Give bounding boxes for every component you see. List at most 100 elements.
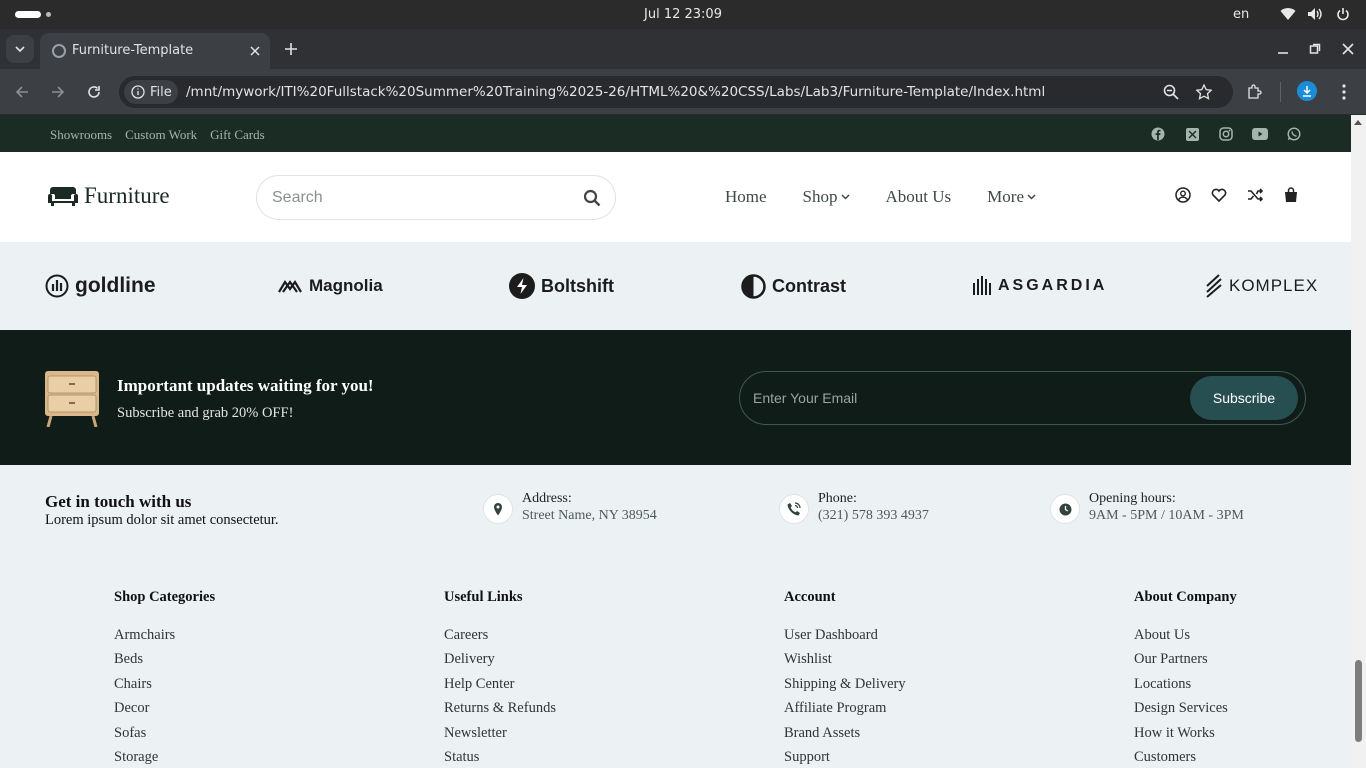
search-icon[interactable]: [583, 189, 601, 212]
instagram-icon[interactable]: [1218, 126, 1234, 142]
volume-icon[interactable]: [1306, 5, 1324, 23]
footer-link[interactable]: User Dashboard: [784, 627, 906, 651]
chip-label: File: [150, 84, 172, 100]
nav-shop[interactable]: Shop: [803, 187, 850, 207]
address-bar[interactable]: File /mnt/mywork/ITI%20Fullstack%20Summe…: [119, 76, 1233, 108]
search-input[interactable]: Search: [256, 175, 616, 220]
browser-tab-strip: Furniture-Template: [0, 29, 1366, 69]
footer-link[interactable]: Help Center: [444, 676, 556, 700]
footer-column-title: About Company: [1134, 589, 1237, 605]
user-account-icon[interactable]: [1174, 186, 1192, 204]
site-logo[interactable]: Furniture: [48, 183, 170, 209]
footer-link[interactable]: Storage: [114, 749, 215, 768]
brand-logo-magnolia[interactable]: Magnolia: [277, 272, 383, 300]
nav-about-us[interactable]: About Us: [886, 187, 952, 207]
footer-column-account: Account User Dashboard Wishlist Shipping…: [784, 589, 906, 768]
os-clock[interactable]: Jul 12 23:09: [0, 7, 1366, 22]
reload-icon[interactable]: [83, 81, 105, 103]
brand-logo-goldline[interactable]: goldline: [45, 272, 156, 300]
footer-link[interactable]: Design Services: [1134, 700, 1237, 724]
footer-column-title: Shop Categories: [114, 589, 216, 605]
newsletter-subtitle: Subscribe and grab 20% OFF!: [117, 405, 294, 421]
close-tab-icon[interactable]: [247, 43, 263, 59]
os-top-bar: Jul 12 23:09 en: [0, 0, 1366, 29]
site-header: Furniture Search Home Shop About Us More: [0, 152, 1351, 242]
maximize-icon[interactable]: [1305, 39, 1325, 59]
zoom-icon[interactable]: [1161, 82, 1181, 102]
footer-link[interactable]: Careers: [444, 627, 556, 651]
facebook-icon[interactable]: [1150, 126, 1166, 142]
search-placeholder: Search: [272, 189, 323, 206]
header-actions: [1174, 186, 1300, 204]
shopping-bag-icon[interactable]: [1282, 186, 1300, 204]
back-icon[interactable]: [11, 81, 33, 103]
wifi-icon[interactable]: [1279, 5, 1297, 23]
footer-link[interactable]: Our Partners: [1134, 651, 1237, 675]
hours-value: 9AM - 5PM / 10AM - 3PM: [1089, 508, 1244, 523]
footer-link[interactable]: Customers: [1134, 749, 1237, 768]
utility-bar: Showrooms Custom Work Gift Cards: [0, 115, 1351, 152]
extensions-icon[interactable]: [1243, 81, 1265, 103]
address-value: Street Name, NY 38954: [522, 508, 657, 523]
brand-logo-contrast[interactable]: Contrast: [741, 272, 846, 300]
page-scrollbar[interactable]: [1351, 115, 1366, 768]
footer-link[interactable]: Affiliate Program: [784, 700, 906, 724]
new-tab-icon[interactable]: [281, 39, 301, 59]
footer-link[interactable]: How it Works: [1134, 725, 1237, 749]
contact-subtitle: Lorem ipsum dolor sit amet consectetur.: [45, 512, 279, 528]
compare-shuffle-icon[interactable]: [1246, 186, 1264, 204]
nav-more[interactable]: More: [987, 187, 1036, 207]
power-icon[interactable]: [1334, 5, 1352, 23]
footer-link[interactable]: About Us: [1134, 627, 1237, 651]
main-nav: Home Shop About Us More: [725, 187, 1072, 207]
footer-link[interactable]: Brand Assets: [784, 725, 906, 749]
newsletter-title: Important updates waiting for you!: [117, 376, 374, 395]
tab-title: Furniture-Template: [72, 43, 194, 58]
bookmark-star-icon[interactable]: [1194, 82, 1214, 102]
footer-link[interactable]: Wishlist: [784, 651, 906, 675]
email-field[interactable]: Enter Your Email: [753, 390, 857, 406]
keyboard-layout[interactable]: en: [1233, 7, 1249, 22]
browser-tab[interactable]: Furniture-Template: [40, 33, 270, 69]
newsletter-form: Enter Your Email Subscribe: [739, 371, 1306, 425]
footer-column-shop-categories: Shop Categories Armchairs Beds Chairs De…: [114, 589, 215, 768]
minimize-icon[interactable]: [1273, 39, 1293, 59]
phone-value[interactable]: (321) 578 393 4937: [818, 508, 929, 524]
info-icon: [131, 85, 145, 99]
forward-icon[interactable]: [47, 81, 69, 103]
scroll-up-arrow-icon[interactable]: [1354, 120, 1362, 125]
scrollbar-thumb[interactable]: [1355, 660, 1362, 742]
brand-logo-boltshift[interactable]: Boltshift: [509, 272, 614, 300]
site-info-chip[interactable]: File: [124, 80, 178, 104]
x-twitter-icon[interactable]: [1184, 126, 1200, 142]
footer-link[interactable]: Returns & Refunds: [444, 700, 556, 724]
subscribe-button[interactable]: Subscribe: [1190, 376, 1298, 420]
footer-link[interactable]: Delivery: [444, 651, 556, 675]
footer-link[interactable]: Shipping & Delivery: [784, 676, 906, 700]
download-profile-icon[interactable]: [1297, 81, 1317, 101]
brand-logo-asgardia[interactable]: ASGARDIA: [972, 272, 1107, 300]
tab-search-button[interactable]: [6, 35, 34, 63]
footer-link[interactable]: Newsletter: [444, 725, 556, 749]
close-window-icon[interactable]: [1338, 39, 1358, 59]
url-text[interactable]: /mnt/mywork/ITI%20Fullstack%20Summer%20T…: [186, 84, 1045, 100]
nav-home[interactable]: Home: [725, 187, 767, 207]
wishlist-heart-icon[interactable]: [1210, 186, 1228, 204]
youtube-icon[interactable]: [1252, 126, 1268, 142]
brand-logo-komplex[interactable]: KOMPLEX: [1205, 272, 1318, 300]
menu-kebab-icon[interactable]: [1333, 81, 1355, 103]
footer-link[interactable]: Armchairs: [114, 627, 215, 651]
footer-link[interactable]: Sofas: [114, 725, 215, 749]
goldline-logo-icon: [45, 274, 69, 298]
footer-link[interactable]: Chairs: [114, 676, 215, 700]
logo-text: Furniture: [84, 183, 170, 208]
whatsapp-icon[interactable]: [1286, 126, 1302, 142]
footer-link[interactable]: Decor: [114, 700, 215, 724]
hours-label: Opening hours:: [1089, 491, 1176, 506]
footer-link[interactable]: Support: [784, 749, 906, 768]
footer-link[interactable]: Locations: [1134, 676, 1237, 700]
social-links: [1150, 126, 1302, 142]
footer-link[interactable]: Status: [444, 749, 556, 768]
footer-link[interactable]: Beds: [114, 651, 215, 675]
contact-title: Get in touch with us: [45, 492, 192, 511]
